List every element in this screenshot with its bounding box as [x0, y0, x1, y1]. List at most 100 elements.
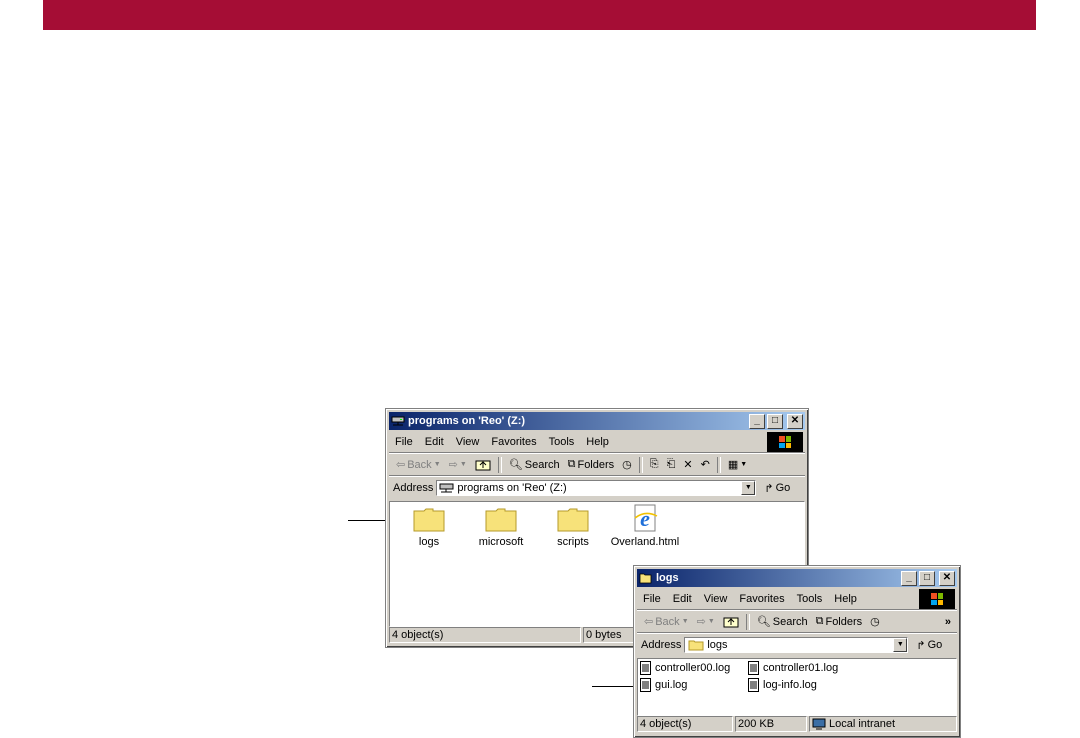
title-bar[interactable]: logs _ □ ✕: [637, 569, 957, 587]
forward-button[interactable]: ⇨ ▼: [694, 613, 718, 631]
status-size: 200 KB: [735, 716, 807, 732]
close-button[interactable]: ✕: [787, 413, 803, 429]
history-button[interactable]: ◷: [867, 613, 883, 631]
address-bar: Address programs on 'Reo' (Z:) ▼ ↱ Go: [389, 477, 805, 499]
menu-favorites[interactable]: Favorites: [733, 593, 790, 605]
move-to-button[interactable]: ⎘: [647, 456, 662, 474]
go-label: Go: [775, 482, 791, 494]
folders-button[interactable]: ⧉ Folders: [565, 456, 618, 474]
text-file-icon: [640, 661, 651, 675]
item-label: Overland.html: [610, 536, 680, 548]
maximize-button[interactable]: □: [767, 413, 783, 429]
folder-open-icon: [639, 573, 652, 584]
go-button[interactable]: ↱ Go: [764, 482, 790, 495]
folder-icon: [557, 508, 589, 532]
file-label: gui.log: [655, 679, 688, 691]
chevron-down-icon: ▼: [459, 461, 467, 468]
menu-tools[interactable]: Tools: [543, 436, 581, 448]
menu-edit[interactable]: Edit: [419, 436, 450, 448]
menu-bar: File Edit View Favorites Tools Help: [389, 432, 805, 453]
window-title: programs on 'Reo' (Z:): [408, 415, 526, 427]
file-item-controller00[interactable]: controller00.log: [640, 661, 730, 675]
go-button[interactable]: ↱ Go: [916, 639, 942, 652]
copy-to-icon: ⎗: [666, 458, 676, 470]
ie-html-icon: e: [634, 504, 658, 532]
history-icon: ◷: [870, 616, 880, 628]
item-label: microsoft: [478, 536, 524, 548]
go-arrow-icon: ↱: [916, 639, 926, 652]
address-input[interactable]: programs on 'Reo' (Z:) ▼: [436, 480, 757, 496]
item-label: scripts: [557, 536, 589, 548]
minimize-button[interactable]: _: [749, 413, 765, 429]
header-banner: [43, 0, 1036, 30]
chevron-down-icon: ▼: [681, 618, 689, 625]
up-folder-button[interactable]: [472, 456, 494, 474]
back-button[interactable]: ⇦ Back ▼: [393, 456, 444, 474]
maximize-button[interactable]: □: [919, 570, 935, 586]
forward-button[interactable]: ⇨ ▼: [446, 456, 470, 474]
address-bar: Address logs ▼ ↱ Go: [637, 634, 957, 656]
search-button[interactable]: 🔍︎ Search: [506, 456, 563, 474]
chevron-down-icon: ▼: [433, 461, 441, 468]
menu-favorites[interactable]: Favorites: [485, 436, 542, 448]
item-label: logs: [418, 536, 440, 548]
svg-text:e: e: [640, 506, 650, 531]
up-folder-icon: [723, 617, 739, 628]
folder-item-microsoft[interactable]: microsoft: [466, 506, 536, 548]
search-label: Search: [772, 615, 808, 628]
views-button[interactable]: ▦ ▼: [725, 456, 750, 474]
toolbar-separator: [638, 456, 643, 473]
undo-button[interactable]: ↶: [698, 456, 713, 474]
folder-icon: [485, 508, 517, 532]
copy-to-button[interactable]: ⎗: [664, 456, 679, 474]
address-dropdown-button[interactable]: ▼: [893, 638, 908, 652]
windows-logo-icon: [767, 432, 803, 452]
search-label: Search: [524, 458, 560, 471]
text-file-icon: [748, 661, 759, 675]
chevron-down-icon: ▼: [740, 461, 748, 468]
file-item-controller01[interactable]: controller01.log: [748, 661, 838, 675]
file-item-overland-html[interactable]: e Overland.html: [610, 504, 680, 548]
status-zone: Local intranet: [809, 716, 957, 732]
folder-item-scripts[interactable]: scripts: [538, 506, 608, 548]
up-folder-button[interactable]: [720, 613, 742, 631]
address-label: Address: [393, 482, 434, 494]
search-icon: 🔍︎: [508, 459, 523, 471]
menu-edit[interactable]: Edit: [667, 593, 698, 605]
toolbar-separator: [497, 456, 502, 473]
menu-help[interactable]: Help: [828, 593, 863, 605]
menu-view[interactable]: View: [698, 593, 734, 605]
forward-arrow-icon: ⇨: [448, 459, 458, 471]
views-icon: ▦: [727, 459, 739, 471]
menu-file[interactable]: File: [637, 593, 667, 605]
menu-help[interactable]: Help: [580, 436, 615, 448]
minimize-button[interactable]: _: [901, 570, 917, 586]
menu-file[interactable]: File: [389, 436, 419, 448]
toolbar-overflow-chevron[interactable]: »: [945, 616, 951, 628]
title-bar[interactable]: programs on 'Reo' (Z:) _ □ ✕: [389, 412, 805, 430]
up-folder-icon: [475, 460, 491, 471]
folder-item-logs[interactable]: logs: [394, 506, 464, 548]
address-label: Address: [641, 639, 682, 651]
menu-tools[interactable]: Tools: [791, 593, 829, 605]
menu-view[interactable]: View: [450, 436, 486, 448]
delete-button[interactable]: ✕: [680, 456, 695, 474]
file-item-gui[interactable]: gui.log: [640, 678, 687, 692]
chevron-down-icon: ▼: [707, 618, 715, 625]
delete-icon: ✕: [683, 459, 693, 471]
file-item-log-info[interactable]: log-info.log: [748, 678, 817, 692]
network-drive-icon: [391, 416, 405, 426]
back-label: Back: [655, 615, 680, 628]
address-dropdown-button[interactable]: ▼: [741, 481, 756, 495]
address-value: logs: [707, 639, 728, 651]
move-to-icon: ⎘: [649, 458, 659, 470]
callout-line-log-files: [592, 686, 634, 687]
back-button[interactable]: ⇦ Back ▼: [641, 613, 692, 631]
folders-label: Folders: [825, 615, 863, 628]
address-input[interactable]: logs ▼: [684, 637, 909, 653]
folders-button[interactable]: ⧉ Folders: [813, 613, 866, 631]
search-button[interactable]: 🔍︎ Search: [754, 613, 811, 631]
standard-toolbar: ⇦ Back ▼ ⇨ ▼ 🔍︎ Search ⧉ Folders ◷ ⎘ ⎗ ✕…: [389, 454, 805, 476]
close-button[interactable]: ✕: [939, 570, 955, 586]
history-button[interactable]: ◷: [619, 456, 635, 474]
